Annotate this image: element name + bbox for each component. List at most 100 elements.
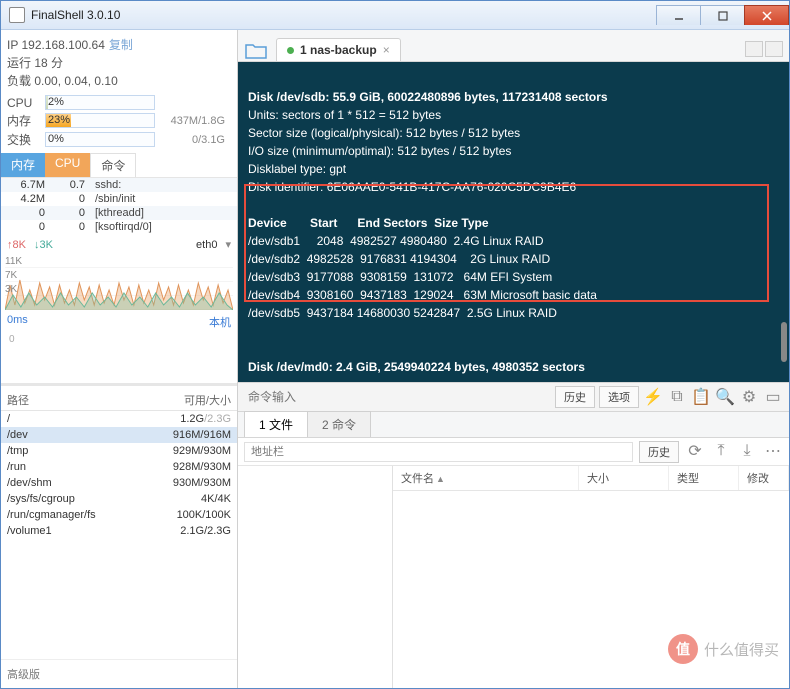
command-input[interactable]: [244, 386, 555, 408]
watermark-icon: 值: [668, 634, 698, 664]
close-tab-icon[interactable]: ×: [383, 43, 390, 57]
uptime: 运行 18 分: [7, 54, 227, 72]
refresh-icon[interactable]: ⟳: [685, 441, 705, 461]
search-icon[interactable]: 🔍: [715, 387, 735, 407]
watermark: 值 什么值得买: [668, 634, 779, 664]
mem-row: 内存 23% 437M/1.8G: [1, 111, 237, 130]
sort-asc-icon: ▲: [436, 474, 445, 484]
history-button[interactable]: 历史: [555, 386, 595, 408]
ping-header: 0ms 本机: [1, 310, 237, 334]
titlebar: FinalShell 3.0.10: [1, 1, 789, 30]
net-header: ↑8K ↓3K eth0 ▾: [1, 234, 237, 255]
mem-label: 内存: [7, 112, 39, 129]
col-filename[interactable]: 文件名▲: [393, 466, 579, 490]
maximize-button[interactable]: [700, 5, 745, 25]
command-bar: 历史 选项 ⚡ ⧉ 📋 🔍 ⚙ ▭: [238, 382, 789, 412]
view-split-icon[interactable]: [765, 41, 783, 57]
col-modified[interactable]: 修改: [739, 466, 789, 490]
fs-header: 路径 可用/大小: [1, 390, 237, 411]
ip-label: IP: [7, 38, 18, 52]
fs-list: /1.2G/2.3G/dev916M/916M/tmp929M/930M/run…: [1, 411, 237, 539]
tab-cmd[interactable]: 命令: [90, 153, 136, 177]
status-dot-icon: [287, 47, 294, 54]
fs-row[interactable]: /dev/shm930M/930M: [1, 475, 237, 491]
cpu-label: CPU: [7, 96, 39, 110]
history-button-2[interactable]: 历史: [639, 441, 679, 463]
swap-label: 交换: [7, 131, 39, 148]
right-panel: 1 nas-backup × Disk /dev/sdb: 55.9 GiB, …: [238, 30, 789, 688]
copy-ip-link[interactable]: 复制: [109, 38, 133, 52]
tab-commands[interactable]: 2 命令: [307, 411, 371, 437]
app-window: FinalShell 3.0.10 IP 192.168.100.64 复制 运行…: [0, 0, 790, 689]
tab-mem[interactable]: 内存: [1, 153, 45, 177]
app-title: FinalShell 3.0.10: [31, 8, 120, 22]
ip-value: 192.168.100.64: [21, 38, 104, 52]
edition-label[interactable]: 高级版: [1, 659, 237, 688]
process-row[interactable]: 6.7M0.7sshd:: [1, 178, 237, 192]
window-buttons: [657, 5, 789, 25]
address-input[interactable]: [244, 442, 633, 462]
cpu-bar: 2%: [45, 95, 155, 110]
watermark-text: 什么值得买: [704, 639, 779, 660]
options-button[interactable]: 选项: [599, 386, 639, 408]
net-up: ↑8K: [7, 239, 26, 251]
process-row[interactable]: 00[ksoftirqd/0]: [1, 220, 237, 234]
fs-row[interactable]: /dev916M/916M: [1, 427, 237, 443]
process-row[interactable]: 4.2M0/sbin/init: [1, 192, 237, 206]
view-buttons: [745, 41, 789, 61]
swap-bar: 0%: [45, 132, 155, 147]
dropdown-icon[interactable]: ▾: [225, 238, 231, 251]
view-grid-icon[interactable]: [745, 41, 763, 57]
net-graph: 11K7K3K: [5, 255, 233, 310]
close-button[interactable]: [744, 5, 789, 25]
terminal[interactable]: Disk /dev/sdb: 55.9 GiB, 60022480896 byt…: [238, 62, 789, 382]
mem-detail: 437M/1.8G: [161, 115, 231, 127]
process-table: 6.7M0.7sshd:4.2M0/sbin/init00[kthreadd]0…: [1, 178, 237, 234]
net-down: ↓3K: [34, 239, 53, 251]
col-type[interactable]: 类型: [669, 466, 739, 490]
ping-graph: 0: [5, 334, 233, 379]
cpu-row: CPU 2%: [1, 94, 237, 111]
file-tabs: 1 文件 2 命令: [238, 412, 789, 438]
copy-icon[interactable]: ⧉: [667, 387, 687, 407]
swap-detail: 0/3.1G: [161, 134, 231, 146]
mem-bar: 23%: [45, 113, 155, 128]
bolt-icon[interactable]: ⚡: [643, 387, 663, 407]
session-tabbar: 1 nas-backup ×: [238, 30, 789, 62]
fs-row[interactable]: /volume12.1G/2.3G: [1, 523, 237, 539]
scrollbar-thumb[interactable]: [781, 322, 787, 362]
fs-row[interactable]: /run/cgmanager/fs100K/100K: [1, 507, 237, 523]
paste-icon[interactable]: 📋: [691, 387, 711, 407]
more-icon[interactable]: ⋯: [763, 441, 783, 461]
host-info: IP 192.168.100.64 复制 运行 18 分 负载 0.00, 0.0…: [1, 30, 237, 94]
folder-icon[interactable]: [244, 41, 268, 61]
upload-icon[interactable]: ⤒: [711, 441, 731, 461]
divider[interactable]: [1, 383, 237, 386]
fs-row[interactable]: /1.2G/2.3G: [1, 411, 237, 427]
proc-tabs: 内存 CPU 命令: [1, 153, 237, 178]
session-tab[interactable]: 1 nas-backup ×: [276, 38, 401, 61]
ping-host: 本机: [209, 314, 231, 330]
swap-row: 交换 0% 0/3.1G: [1, 130, 237, 149]
fs-row[interactable]: /run928M/930M: [1, 459, 237, 475]
col-size[interactable]: 大小: [579, 466, 669, 490]
process-row[interactable]: 00[kthreadd]: [1, 206, 237, 220]
fs-col-size[interactable]: 可用/大小: [141, 392, 231, 408]
left-panel: IP 192.168.100.64 复制 运行 18 分 负载 0.00, 0.0…: [1, 30, 238, 688]
download-icon[interactable]: ⤓: [737, 441, 757, 461]
session-tab-label: 1 nas-backup: [300, 43, 377, 57]
minimize-button[interactable]: [656, 5, 701, 25]
load: 负载 0.00, 0.04, 0.10: [7, 72, 227, 90]
file-list-header: 文件名▲ 大小 类型 修改: [393, 466, 789, 491]
ping-ms: 0ms: [7, 314, 28, 330]
fs-col-path[interactable]: 路径: [7, 392, 141, 408]
expand-icon[interactable]: ▭: [763, 387, 783, 407]
fs-row[interactable]: /tmp929M/930M: [1, 443, 237, 459]
file-tree[interactable]: [238, 466, 393, 688]
address-bar: 历史 ⟳ ⤒ ⤓ ⋯: [238, 438, 789, 466]
tab-cpu[interactable]: CPU: [45, 153, 90, 177]
tab-files[interactable]: 1 文件: [244, 411, 308, 437]
gear-icon[interactable]: ⚙: [739, 387, 759, 407]
fs-row[interactable]: /sys/fs/cgroup4K/4K: [1, 491, 237, 507]
net-iface: eth0: [196, 239, 217, 251]
